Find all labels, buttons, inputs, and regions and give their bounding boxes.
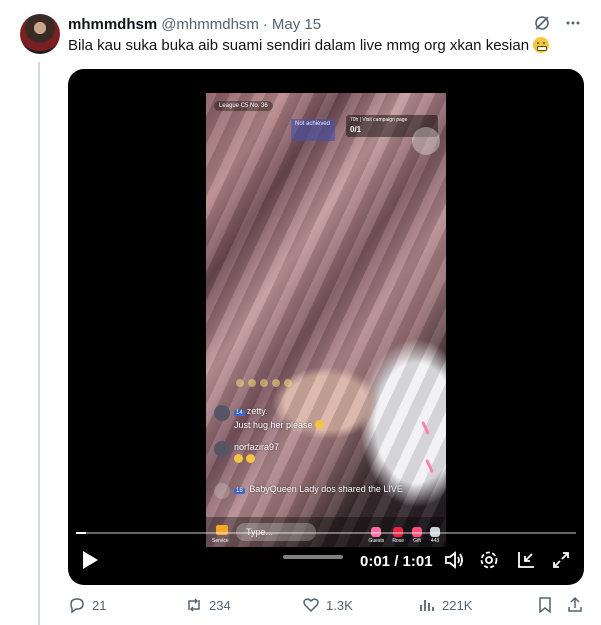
comment-user: norfazira97 [234,442,280,452]
views-chart-icon [420,600,434,611]
scrub-handle[interactable] [283,555,343,559]
share-action: 443 [430,527,440,544]
volume-icon[interactable] [443,549,465,576]
tweet-date[interactable]: May 15 [272,16,321,33]
emoji-icon [245,454,255,463]
repost-count: 234 [209,597,231,613]
comment-avatar [214,405,230,421]
service-label: Service [212,538,229,544]
reply-count: 21 [92,597,107,613]
avatar[interactable] [20,14,60,54]
comment-user: zetty. [246,406,268,416]
bookmark-icon[interactable] [536,596,554,614]
comment-avatar [214,441,230,457]
video-progress-bar[interactable] [76,532,576,534]
play-icon[interactable] [80,549,100,576]
campaign-header: 70h | Visit campaign page [350,117,408,123]
reply-icon [70,598,84,614]
user-handle[interactable]: @mhmmdhsm [161,16,259,33]
emoji-icon [315,420,325,429]
tweet-action-bar: 21 234 1.3K 221K [68,596,584,618]
thread-connector-line [38,62,40,625]
reply-button[interactable]: 21 [68,596,106,614]
video-player[interactable]: League C5 No. 36 Not achieved 70h | Visi… [68,69,584,585]
picture-in-picture-icon[interactable] [515,549,537,576]
hearts-row [236,379,292,387]
live-comment: 18 BabyQueen Lady dos shared the LIVE [214,483,424,499]
settings-gear-icon[interactable] [478,549,500,576]
grimacing-face-icon [533,37,550,53]
views-count: 221K [442,597,473,613]
live-comment: 14 zetty. Just hug her please [214,405,325,431]
grok-icon[interactable] [533,14,551,36]
video-frame[interactable]: League C5 No. 36 Not achieved 70h | Visi… [206,93,446,547]
guests-action: Guests [368,527,384,544]
like-count: 1.3K [326,597,353,613]
views-button[interactable]: 221K [418,596,472,614]
separator-dot: · [262,15,268,33]
tweet-header: mhmmdhsm @mhmmdhsm · May 15 [68,14,581,34]
video-time: 0:01 / 1:01 [360,553,433,570]
blur-circle [412,127,440,155]
status-pill: Not achieved [291,119,335,141]
comment-user: BabyQueen [249,484,297,494]
tweet-text: Bila kau suka buka aib suami sendiri dal… [68,36,550,56]
live-action-bar: Guests Rose Gift 443 [368,527,440,544]
gift-action: Gift [412,527,422,544]
share-icon[interactable] [566,596,584,614]
repost-icon [188,598,200,612]
video-progress-fill [76,532,86,534]
emoji-icon [234,454,243,463]
repost-button[interactable]: 234 [185,596,231,614]
share-icon [214,483,230,499]
rose-action: Rose [392,527,404,544]
heart-icon [303,598,319,613]
live-comment: norfazira97 [214,441,279,465]
tweet-text-content: Bila kau suka buka aib suami sendiri dal… [68,37,530,54]
level-badge: 18 [234,488,245,494]
display-name[interactable]: mhmmdhsm [68,16,157,33]
like-button[interactable]: 1.3K [302,596,353,614]
fullscreen-icon[interactable] [550,549,572,576]
league-badge: League C5 No. 36 [214,101,273,111]
more-options-icon[interactable] [565,15,581,35]
comment-text: Lady dos shared the LIVE [299,484,403,494]
level-badge: 14 [234,410,245,416]
comment-text: Just hug her please [234,420,313,430]
